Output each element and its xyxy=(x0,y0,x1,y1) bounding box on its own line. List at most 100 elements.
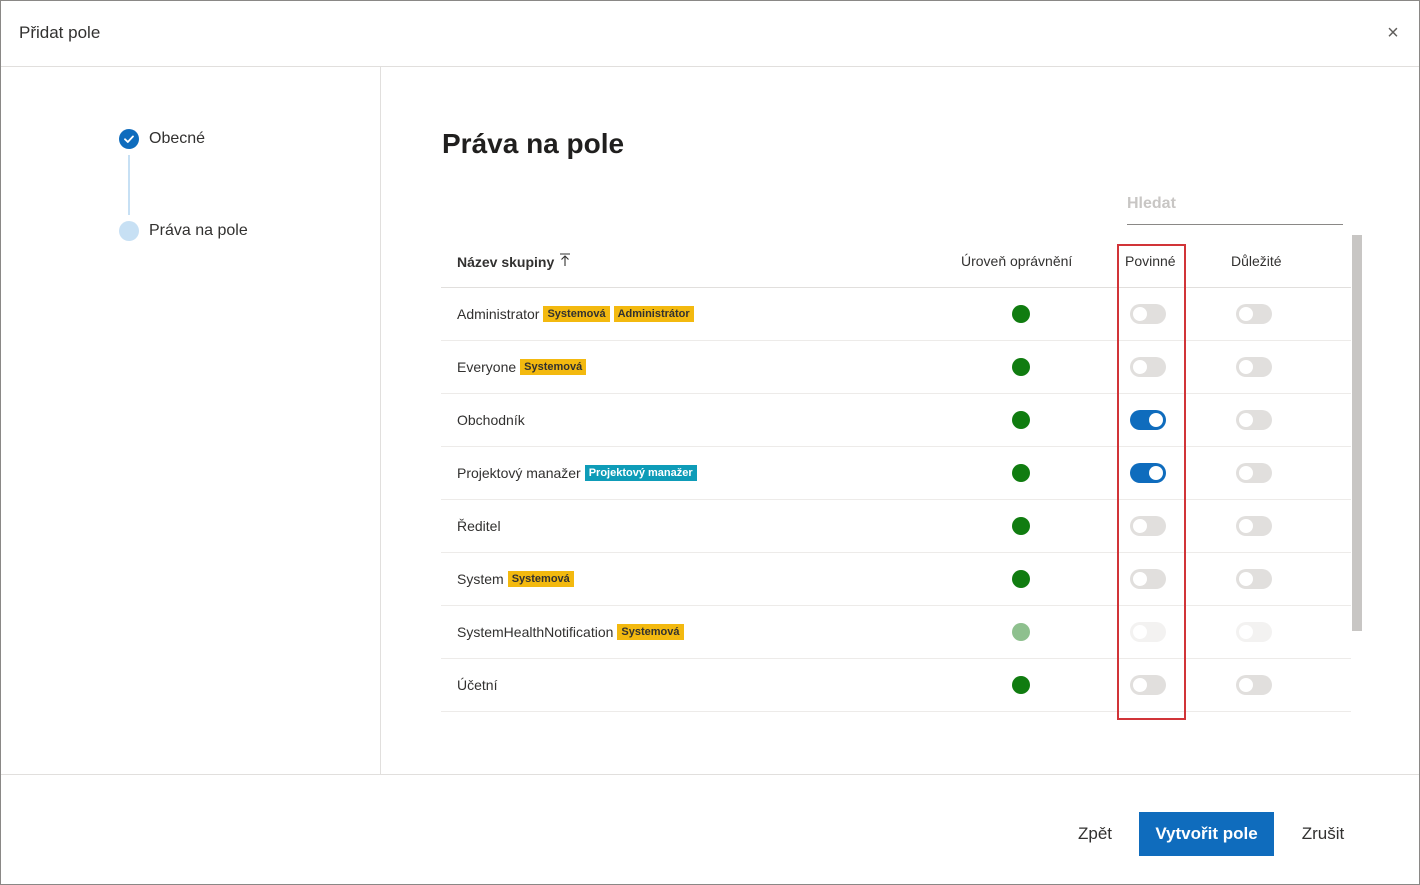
required-toggle[interactable] xyxy=(1130,463,1166,483)
permission-level-dot[interactable] xyxy=(1012,676,1030,694)
step-general-label: Obecné xyxy=(149,130,206,147)
column-header-group-name[interactable]: Název skupiny xyxy=(457,253,571,270)
required-toggle[interactable] xyxy=(1130,675,1166,695)
required-toggle[interactable] xyxy=(1130,410,1166,430)
permission-level-dot[interactable] xyxy=(1012,411,1030,429)
table-row: Projektový manažer Projektový manažer xyxy=(441,447,1351,500)
group-name: Everyone xyxy=(457,359,517,375)
step-connector xyxy=(128,155,130,215)
required-toggle[interactable] xyxy=(1130,516,1166,536)
group-tag: Systemová xyxy=(617,624,684,640)
column-header-group-name-label: Název skupiny xyxy=(457,253,555,270)
search-input[interactable] xyxy=(1127,189,1343,219)
page-title: Práva na pole xyxy=(442,128,625,159)
important-toggle[interactable] xyxy=(1236,410,1272,430)
step-field-rights[interactable]: Práva na pole xyxy=(119,221,248,241)
table-row: Účetní xyxy=(441,659,1351,712)
close-icon: × xyxy=(1387,22,1399,44)
group-name: SystemHealthNotification xyxy=(457,624,614,640)
group-name-cell: System Systemová xyxy=(457,571,574,587)
permission-level-dot xyxy=(1012,623,1030,641)
important-toggle[interactable] xyxy=(1236,516,1272,536)
group-name-cell: Účetní xyxy=(457,677,497,693)
toggle-knob xyxy=(1239,413,1253,427)
toggle-knob xyxy=(1133,519,1147,533)
close-button[interactable]: × xyxy=(1381,21,1405,45)
group-tag: Systemová xyxy=(543,306,610,322)
toggle-knob xyxy=(1133,572,1147,586)
group-tag: Projektový manažer xyxy=(584,465,697,481)
toggle-knob xyxy=(1149,466,1163,480)
group-name-cell: Everyone Systemová xyxy=(457,359,587,375)
required-toggle[interactable] xyxy=(1130,569,1166,589)
group-name: Obchodník xyxy=(457,412,525,428)
group-name: Administrator xyxy=(457,306,540,322)
column-header-permission-level: Úroveň oprávnění xyxy=(961,253,1073,269)
table-row: Everyone Systemová xyxy=(441,341,1351,394)
group-name: Účetní xyxy=(457,677,498,693)
required-toggle[interactable] xyxy=(1130,304,1166,324)
toggle-knob xyxy=(1133,307,1147,321)
scrollbar[interactable] xyxy=(1352,235,1362,631)
toggle-knob xyxy=(1239,678,1253,692)
group-name-cell: Administrator Systemová Administrátor xyxy=(457,306,694,322)
toggle-knob xyxy=(1133,625,1147,639)
group-rights-table: Název skupiny Úroveň oprávnění Povinné D… xyxy=(441,235,1351,712)
toggle-knob xyxy=(1133,678,1147,692)
group-name-cell: SystemHealthNotification Systemová xyxy=(457,624,684,640)
group-tag: Systemová xyxy=(507,571,574,587)
group-name-cell: Projektový manažer Projektový manažer xyxy=(457,465,697,481)
important-toggle[interactable] xyxy=(1236,463,1272,483)
sort-ascending-icon xyxy=(559,253,571,270)
important-toggle[interactable] xyxy=(1236,675,1272,695)
toggle-knob xyxy=(1133,360,1147,374)
toggle-knob xyxy=(1239,466,1253,480)
table-row: System Systemová xyxy=(441,553,1351,606)
group-name-cell: Obchodník xyxy=(457,412,525,428)
important-toggle[interactable] xyxy=(1236,304,1272,324)
dialog-header: Přidat pole × xyxy=(1,1,1419,67)
permission-level-dot[interactable] xyxy=(1012,464,1030,482)
important-toggle[interactable] xyxy=(1236,357,1272,377)
permission-level-dot[interactable] xyxy=(1012,358,1030,376)
permission-level-dot[interactable] xyxy=(1012,305,1030,323)
toggle-knob xyxy=(1239,360,1253,374)
group-name: System xyxy=(457,571,504,587)
toggle-knob xyxy=(1239,519,1253,533)
table-row: SystemHealthNotification Systemová xyxy=(441,606,1351,659)
important-toggle xyxy=(1236,622,1272,642)
group-tag: Systemová xyxy=(520,359,587,375)
toggle-knob xyxy=(1239,572,1253,586)
column-header-required: Povinné xyxy=(1125,253,1176,269)
table-row: Administrator Systemová Administrátor xyxy=(441,288,1351,341)
search-box xyxy=(1127,189,1343,225)
required-toggle[interactable] xyxy=(1130,357,1166,377)
cancel-button[interactable]: Zrušit xyxy=(1291,812,1355,856)
permission-level-dot[interactable] xyxy=(1012,570,1030,588)
wizard-steps: Obecné Práva na pole xyxy=(1,67,381,774)
add-field-dialog: Přidat pole × Obecné Práva na pole Práva… xyxy=(0,0,1420,885)
required-toggle xyxy=(1130,622,1166,642)
column-header-important: Důležité xyxy=(1231,253,1282,269)
dialog-title: Přidat pole xyxy=(19,23,101,42)
group-name: Projektový manažer xyxy=(457,465,581,481)
toggle-knob xyxy=(1239,307,1253,321)
important-toggle[interactable] xyxy=(1236,569,1272,589)
table-row: Obchodník xyxy=(441,394,1351,447)
table-body: Administrator Systemová Administrátor Every… xyxy=(441,288,1351,712)
group-tag: Administrátor xyxy=(613,306,694,322)
checkmark-icon xyxy=(119,129,139,149)
permission-level-dot[interactable] xyxy=(1012,517,1030,535)
create-field-button[interactable]: Vytvořit pole xyxy=(1139,812,1274,856)
step-field-rights-label: Práva na pole xyxy=(149,222,248,239)
dialog-footer: Zpět Vytvořit pole Zrušit xyxy=(1,774,1419,884)
toggle-knob xyxy=(1149,413,1163,427)
table-row: Ředitel xyxy=(441,500,1351,553)
circle-icon xyxy=(119,221,139,241)
table-header: Název skupiny Úroveň oprávnění Povinné D… xyxy=(441,235,1351,288)
group-name-cell: Ředitel xyxy=(457,518,501,534)
group-name: Ředitel xyxy=(457,518,501,534)
toggle-knob xyxy=(1239,625,1253,639)
step-general[interactable]: Obecné xyxy=(119,129,205,149)
back-button[interactable]: Zpět xyxy=(1067,812,1123,856)
